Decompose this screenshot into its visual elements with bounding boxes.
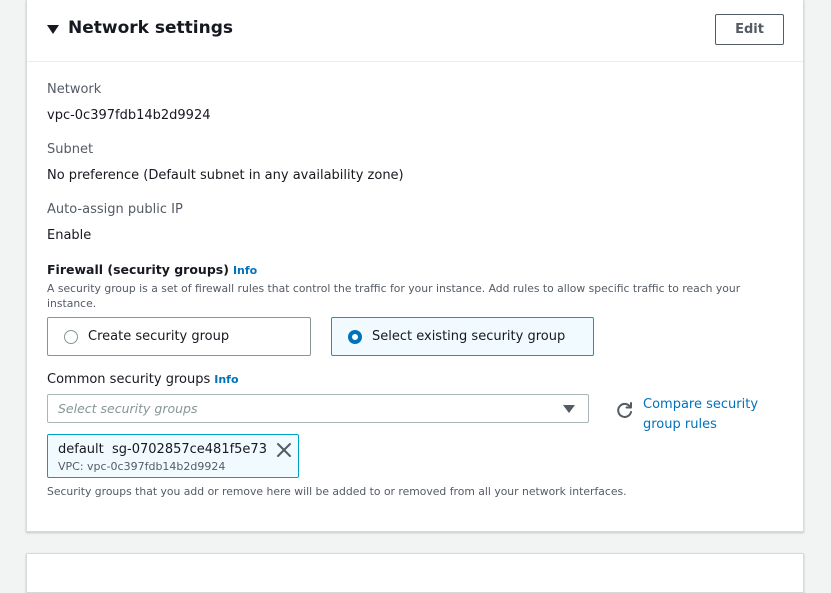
firewall-title: Firewall (security groups) Info: [47, 261, 257, 280]
auto-ip-label: Auto-assign public IP: [47, 202, 183, 217]
security-groups-help-text: Security groups that you add or remove h…: [47, 485, 627, 498]
token-vpc: VPC: vpc-0c397fdb14b2d9924: [58, 460, 226, 473]
common-security-groups-text: Common security groups: [47, 372, 211, 387]
edit-button[interactable]: Edit: [715, 14, 784, 45]
next-panel: [26, 553, 804, 593]
firewall-info-link[interactable]: Info: [233, 264, 257, 277]
network-settings-panel: Network settings Edit Network vpc-0c397f…: [26, 0, 804, 532]
security-group-token: default sg-0702857ce481f5e73 VPC: vpc-0c…: [47, 434, 299, 478]
firewall-title-text: Firewall (security groups): [47, 262, 229, 277]
create-security-group-label: Create security group: [88, 329, 230, 344]
radio-button-unselected[interactable]: [64, 329, 78, 344]
subnet-value: No preference (Default subnet in any ava…: [47, 168, 404, 183]
panel-header[interactable]: Network settings Edit: [27, 0, 803, 62]
firewall-description: A security group is a set of firewall ru…: [47, 282, 741, 310]
token-group-name: default sg-0702857ce481f5e73: [58, 441, 267, 459]
network-label: Network: [47, 82, 102, 97]
security-groups-select[interactable]: Select security groups: [47, 394, 589, 423]
refresh-icon[interactable]: [615, 400, 635, 420]
create-security-group-option[interactable]: Create security group: [47, 317, 311, 356]
common-security-groups-label: Common security groups Info: [47, 371, 239, 389]
network-value: vpc-0c397fdb14b2d9924: [47, 108, 211, 123]
compare-security-group-rules-link[interactable]: Compare security group rules: [643, 395, 783, 435]
subnet-label: Subnet: [47, 142, 94, 157]
auto-ip-value: Enable: [47, 228, 92, 243]
radio-button-selected[interactable]: [348, 329, 362, 344]
common-groups-info-link[interactable]: Info: [214, 373, 238, 386]
select-existing-security-group-option[interactable]: Select existing security group: [331, 317, 594, 356]
close-icon[interactable]: [276, 442, 292, 458]
caret-down-icon[interactable]: [47, 25, 59, 34]
token-name: default: [58, 442, 104, 457]
select-placeholder: Select security groups: [58, 401, 198, 416]
caret-down-icon[interactable]: [563, 405, 575, 413]
section-title: Network settings: [68, 18, 233, 38]
token-id: sg-0702857ce481f5e73: [112, 442, 267, 457]
select-existing-security-group-label: Select existing security group: [372, 329, 566, 344]
